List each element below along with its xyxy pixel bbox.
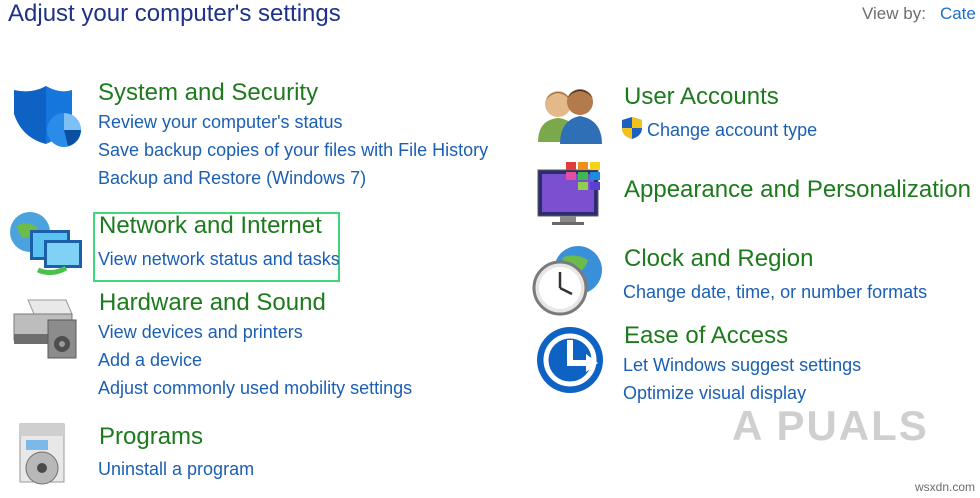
monitor-palette-icon[interactable] <box>536 160 608 226</box>
source-watermark: wsxdn.com <box>915 480 976 494</box>
category-system-and-security[interactable]: System and Security <box>98 79 318 107</box>
network-globe-icon[interactable] <box>8 208 86 278</box>
link-change-account-type[interactable]: Change account type <box>647 120 817 141</box>
category-hardware-and-sound[interactable]: Hardware and Sound <box>99 289 326 317</box>
category-programs[interactable]: Programs <box>99 423 203 451</box>
view-by-label: View by: <box>862 4 926 23</box>
link-optimize-display[interactable]: Optimize visual display <box>623 383 806 404</box>
uac-shield-icon <box>622 117 642 139</box>
clock-globe-icon[interactable] <box>532 244 606 316</box>
category-network-and-internet[interactable]: Network and Internet <box>99 212 322 240</box>
watermark-logo: A PUALS <box>732 402 929 449</box>
category-clock-and-region[interactable]: Clock and Region <box>624 245 813 273</box>
link-devices-printers[interactable]: View devices and printers <box>98 322 303 343</box>
link-date-time-formats[interactable]: Change date, time, or number formats <box>623 282 927 303</box>
programs-disc-icon[interactable] <box>14 418 74 488</box>
link-mobility-settings[interactable]: Adjust commonly used mobility settings <box>98 378 412 399</box>
page-title: Adjust your computer's settings <box>8 0 341 27</box>
link-network-status[interactable]: View network status and tasks <box>98 249 340 270</box>
view-by-dropdown[interactable]: Cate <box>940 4 976 23</box>
category-appearance-and-personalization[interactable]: Appearance and Personalization <box>624 176 971 204</box>
printer-icon[interactable] <box>8 296 82 362</box>
link-file-history[interactable]: Save backup copies of your files with Fi… <box>98 140 488 161</box>
link-review-status[interactable]: Review your computer's status <box>98 112 343 133</box>
shield-icon[interactable] <box>10 84 82 152</box>
link-suggest-settings[interactable]: Let Windows suggest settings <box>623 355 861 376</box>
ease-of-access-icon[interactable] <box>536 326 604 394</box>
category-ease-of-access[interactable]: Ease of Access <box>624 322 788 350</box>
view-by: View by: Cate <box>862 4 976 24</box>
link-backup-restore[interactable]: Backup and Restore (Windows 7) <box>98 168 366 189</box>
users-icon[interactable] <box>536 86 608 144</box>
link-add-device[interactable]: Add a device <box>98 350 202 371</box>
link-uninstall-program[interactable]: Uninstall a program <box>98 459 254 480</box>
category-user-accounts[interactable]: User Accounts <box>624 83 779 111</box>
